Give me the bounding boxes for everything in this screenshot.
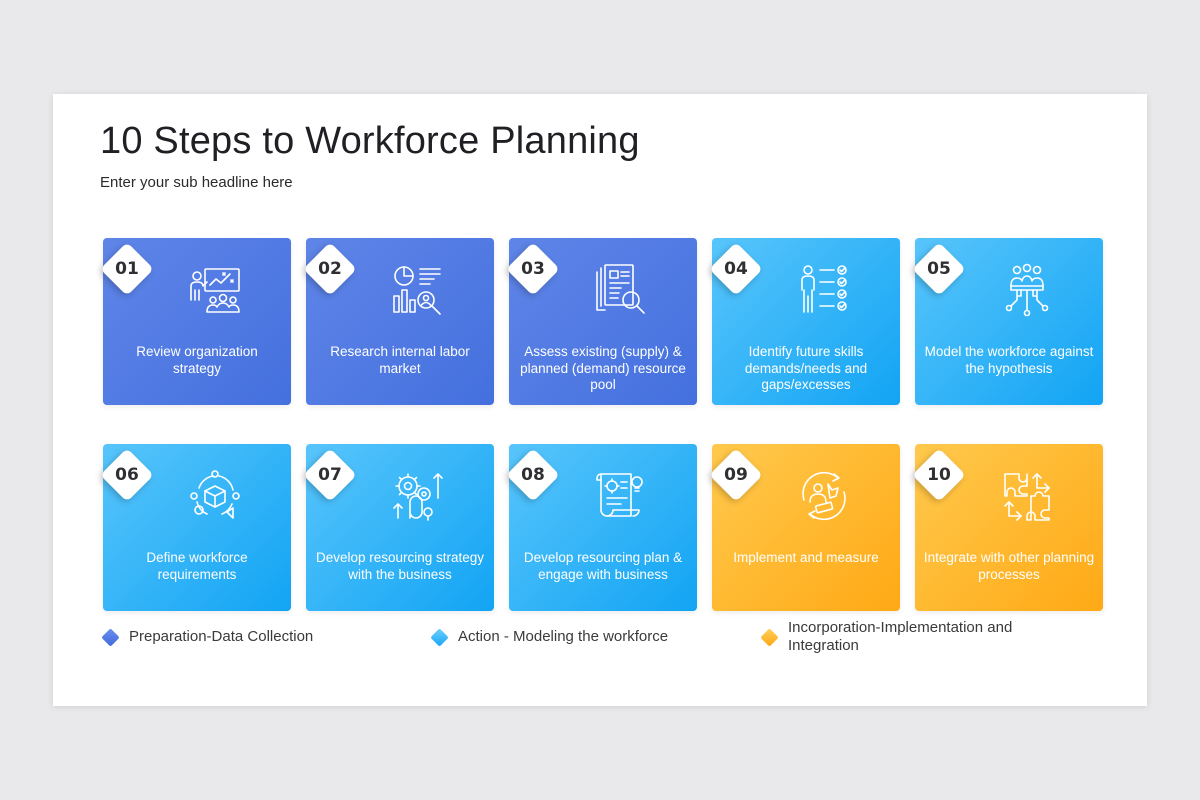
step-label: Review organization strategy — [136, 344, 258, 376]
step-label: Implement and measure — [733, 550, 879, 565]
puzzle-icon — [997, 466, 1057, 526]
gears-growth-icon — [388, 466, 448, 526]
document-search-icon — [591, 260, 651, 320]
step-number-badge: 09 — [709, 448, 763, 502]
step-card-09: 09 Implement and measure — [709, 444, 900, 611]
page-title: 10 Steps to Workforce Planning — [100, 120, 640, 162]
step-card-06: 06 Define workforce requirements — [100, 444, 291, 611]
plan-scroll-icon — [591, 466, 651, 526]
step-number: 02 — [318, 259, 342, 279]
step-card-04: 04 Identify future skills demands/needs … — [709, 238, 900, 405]
step-label: Model the workforce against the hypothes… — [924, 344, 1094, 376]
step-number-badge: 06 — [100, 448, 154, 502]
step-number: 03 — [521, 259, 545, 279]
step-label: Assess existing (supply) & planned (dema… — [520, 344, 686, 392]
person-checklist-icon — [794, 260, 854, 320]
legend-item-action: Action - Modeling the workforce — [430, 627, 669, 647]
step-number-badge: 02 — [303, 242, 357, 296]
cube-cycle-icon — [185, 466, 245, 526]
legend-label: Incorporation-Implementation and Integra… — [788, 619, 1013, 654]
step-number-badge: 04 — [709, 242, 763, 296]
step-number: 05 — [927, 259, 951, 279]
legend-diamond-icon — [430, 627, 449, 647]
step-number-badge: 10 — [912, 448, 966, 502]
step-card-07: 07 Develop resourcing strategy with the … — [303, 444, 494, 611]
step-number-badge: 05 — [912, 242, 966, 296]
legend-label: Action - Modeling the workforce — [458, 628, 669, 645]
legend-item-integration: Incorporation-Implementation and Integra… — [760, 619, 1020, 655]
step-label: Define workforce requirements — [146, 550, 248, 582]
step-label: Research internal labor market — [330, 344, 470, 376]
step-number-badge: 03 — [506, 242, 560, 296]
step-number: 07 — [318, 465, 342, 485]
step-number: 08 — [521, 465, 545, 485]
step-number-badge: 08 — [506, 448, 560, 502]
step-number: 01 — [115, 259, 139, 279]
step-card-02: 02 Research internal labor market — [303, 238, 494, 405]
implement-cycle-icon — [794, 466, 854, 526]
step-card-01: 01 Review organization strategy — [100, 238, 291, 405]
research-analytics-icon — [388, 260, 448, 320]
step-number: 09 — [724, 465, 748, 485]
step-card-10: 10 Integrate with other planning process… — [912, 444, 1103, 611]
step-card-08: 08 Develop resourcing plan & engage with… — [506, 444, 697, 611]
step-label: Integrate with other planning processes — [923, 550, 1095, 582]
step-card-05: 05 Model the workforce against the hypot… — [912, 238, 1103, 405]
step-label: Develop resourcing strategy with the bus… — [315, 550, 485, 582]
legend-label: Preparation-Data Collection — [129, 628, 314, 645]
step-number: 10 — [927, 465, 951, 485]
legend-diamond-icon — [101, 627, 120, 647]
step-number-badge: 07 — [303, 448, 357, 502]
step-label: Develop resourcing plan & engage with bu… — [523, 550, 683, 582]
legend-diamond-icon — [760, 627, 779, 647]
strategy-presentation-icon — [185, 260, 245, 320]
page-subtitle: Enter your sub headline here — [100, 174, 293, 191]
step-number: 06 — [115, 465, 139, 485]
step-label: Identify future skills demands/needs and… — [744, 344, 868, 392]
slide: 10 Steps to Workforce Planning Enter you… — [53, 94, 1147, 706]
step-number: 04 — [724, 259, 748, 279]
legend-item-preparation: Preparation-Data Collection — [101, 627, 314, 647]
team-network-icon — [997, 260, 1057, 320]
step-card-03: 03 Assess existing (supply) & planned (d… — [506, 238, 697, 405]
step-number-badge: 01 — [100, 242, 154, 296]
